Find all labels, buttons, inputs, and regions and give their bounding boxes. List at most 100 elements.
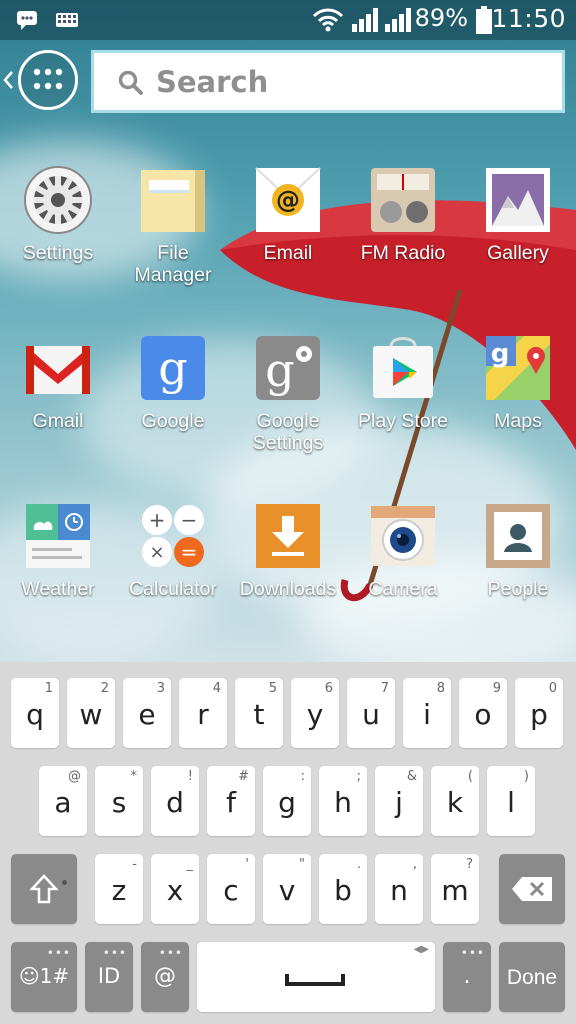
done-key[interactable]: Done [499, 942, 565, 1012]
symbols-key[interactable]: ••• ☺1# [11, 942, 77, 1012]
key-label: s [111, 786, 127, 819]
app-label: Maps [494, 410, 542, 432]
key-m[interactable]: ? m [431, 854, 479, 924]
weather-icon [24, 502, 92, 570]
key-secondary-label: 0 [548, 681, 557, 696]
key-secondary-label: ( [467, 769, 473, 784]
key-y[interactable]: 6y [291, 678, 339, 748]
key-secondary-label: . [356, 857, 361, 872]
svg-text:−: − [181, 508, 198, 532]
app-gallery[interactable]: Gallery [458, 166, 576, 296]
language-key[interactable]: ••• ID [85, 942, 133, 1012]
key-d[interactable]: ! d [151, 766, 199, 836]
key-i[interactable]: 8i [403, 678, 451, 748]
svg-text:+: + [149, 508, 166, 532]
key-b[interactable]: .b [319, 854, 367, 924]
battery-percent: 89% [414, 4, 468, 32]
key-secondary-label: # [238, 769, 249, 784]
signal-icon-1 [352, 8, 378, 32]
key-secondary-label: 5 [268, 681, 277, 696]
key-secondary-label: @ [68, 769, 81, 784]
file-manager-icon [139, 166, 207, 234]
app-settings[interactable]: Settings [0, 166, 118, 296]
key-x[interactable]: _ x [151, 854, 199, 924]
key-secondary-label: ; [356, 769, 361, 784]
wifi-icon [312, 8, 344, 32]
people-icon [484, 502, 552, 570]
chevron-left-icon[interactable] [2, 70, 14, 90]
battery-icon [476, 6, 492, 34]
keyboard-notification-icon [56, 13, 78, 27]
svg-text:g: g [265, 343, 294, 397]
key-label: c [223, 874, 239, 907]
key-label: v [278, 874, 296, 907]
key-g[interactable]: :g [263, 766, 311, 836]
app-calculator[interactable]: + − × = Calculator [113, 502, 233, 632]
key-q[interactable]: 1q [11, 678, 59, 748]
key-k[interactable]: (k [431, 766, 479, 836]
app-downloads[interactable]: Downloads [228, 502, 348, 632]
app-play-store[interactable]: Play Store [343, 334, 463, 464]
key-j[interactable]: & j [375, 766, 423, 836]
app-fm-radio[interactable]: FM Radio [343, 166, 463, 296]
key-u[interactable]: 7u [347, 678, 395, 748]
key-n[interactable]: ,n [375, 854, 423, 924]
app-weather[interactable]: Weather [0, 502, 118, 632]
backspace-icon [512, 877, 552, 901]
key-o[interactable]: 9o [459, 678, 507, 748]
key-label: i [423, 698, 431, 731]
shift-icon [30, 874, 58, 904]
app-email[interactable]: @ Email [228, 166, 348, 296]
space-key[interactable]: ◀▶ [197, 942, 435, 1012]
key-p[interactable]: 0p [515, 678, 563, 748]
search-input[interactable]: Search [91, 50, 565, 113]
all-apps-button[interactable] [18, 50, 78, 110]
app-camera[interactable]: Camera [343, 502, 463, 632]
key-v[interactable]: " v [263, 854, 311, 924]
shift-key[interactable] [11, 854, 77, 924]
key-secondary-label: 9 [492, 681, 501, 696]
key-secondary-label: ! [187, 769, 193, 784]
at-key[interactable]: ••• @ [141, 942, 189, 1012]
app-google[interactable]: g Google [113, 334, 233, 464]
soft-keyboard: 1q2w3e4r5t6y7u8i9o0p @ a * s! d # f: g; h & j(k) l … [0, 662, 576, 1024]
key-a[interactable]: @ a [39, 766, 87, 836]
svg-text:×: × [149, 542, 164, 563]
key-label: b [334, 874, 352, 907]
search-placeholder: Search [156, 65, 269, 99]
app-gmail[interactable]: Gmail [0, 334, 118, 464]
key-s[interactable]: * s [95, 766, 143, 836]
key-h[interactable]: ; h [319, 766, 367, 836]
key-secondary-label: * [130, 769, 138, 784]
camera-icon [369, 502, 437, 570]
grid-icon [33, 68, 63, 90]
key-label: h [334, 786, 352, 819]
key-f[interactable]: # f [207, 766, 255, 836]
key-c[interactable]: ' c [207, 854, 255, 924]
app-maps[interactable]: g Maps [458, 334, 576, 464]
key-e[interactable]: 3e [123, 678, 171, 748]
key-secondary-label: ' [245, 857, 249, 872]
backspace-key[interactable] [499, 854, 565, 924]
maps-icon: g [484, 334, 552, 402]
key-label: o [474, 698, 492, 731]
key-label: w [79, 698, 103, 731]
key-t[interactable]: 5t [235, 678, 283, 748]
key-w[interactable]: 2w [67, 678, 115, 748]
period-key[interactable]: ••• . [443, 942, 491, 1012]
app-people[interactable]: People [458, 502, 576, 632]
key-label: l [507, 786, 515, 819]
key-z[interactable]: -z [95, 854, 143, 924]
key-secondary-label: ? [466, 857, 473, 872]
gmail-icon [24, 334, 92, 402]
svg-text:@: @ [276, 186, 300, 214]
app-file-manager[interactable]: File Manager [113, 166, 233, 296]
key-l[interactable]: ) l [487, 766, 535, 836]
app-google-settings[interactable]: g Google Settings [228, 334, 348, 464]
key-r[interactable]: 4r [179, 678, 227, 748]
key-secondary-label: 3 [156, 681, 165, 696]
status-bar: 89% 11:50 [0, 0, 576, 40]
key-label: m [441, 874, 469, 907]
space-icon [285, 974, 345, 986]
signal-icon-2 [385, 8, 411, 32]
